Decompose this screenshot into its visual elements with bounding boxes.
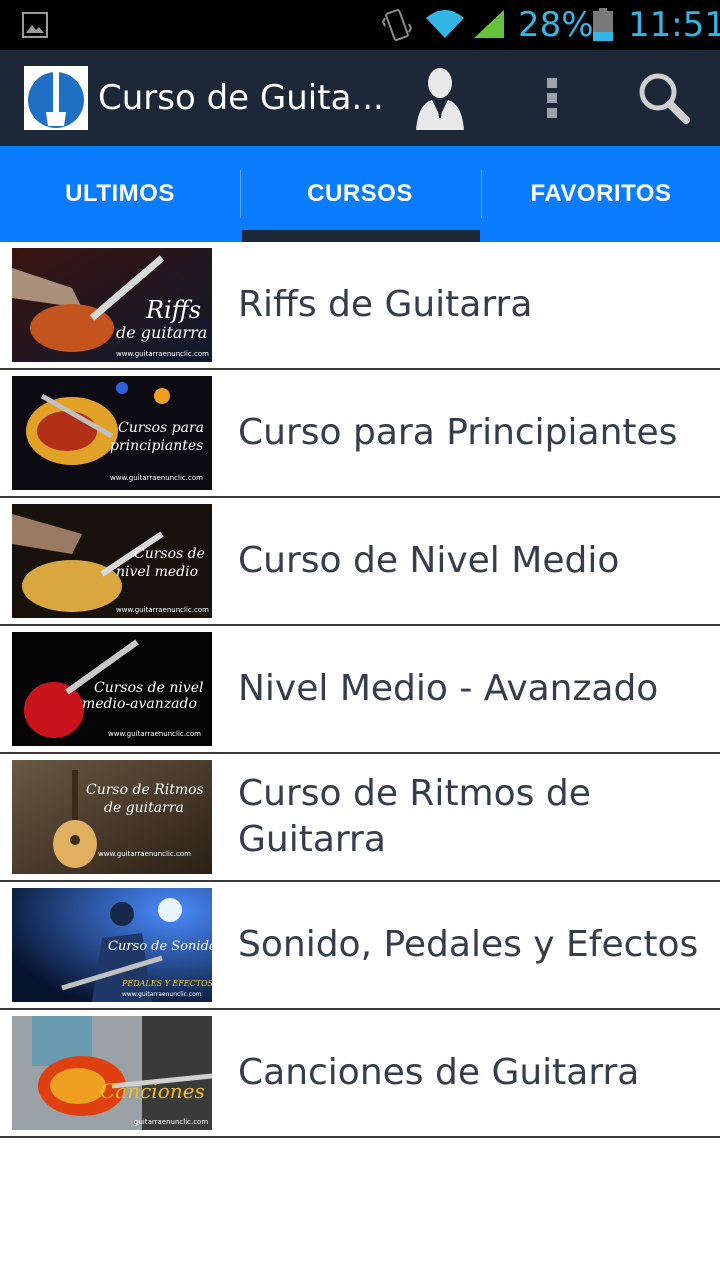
course-thumbnail: Cursos de nivel medio-avanzado www.guita… xyxy=(12,632,212,746)
course-thumbnail: Riffs de guitarra www.guitarraenunclic.c… xyxy=(12,248,212,362)
course-thumbnail: Canciones guitarraenunclic.com xyxy=(12,1016,212,1130)
list-item[interactable]: Curso de Sonido PEDALES Y EFECTOS www.gu… xyxy=(0,882,720,1010)
list-item[interactable]: Riffs de guitarra www.guitarraenunclic.c… xyxy=(0,242,720,370)
account-button[interactable] xyxy=(400,50,480,146)
svg-text:www.guitarraenunclic.com: www.guitarraenunclic.com xyxy=(116,606,209,614)
svg-text:Riffs: Riffs xyxy=(145,296,201,324)
app-logo-icon[interactable] xyxy=(24,66,88,130)
gallery-icon xyxy=(22,12,48,38)
svg-text:PEDALES Y EFECTOS: PEDALES Y EFECTOS xyxy=(121,979,212,988)
action-bar: Curso de Guita... xyxy=(0,50,720,146)
svg-text:www.guitarraenunclic.com: www.guitarraenunclic.com xyxy=(122,991,202,998)
course-thumbnail: Curso de Sonido PEDALES Y EFECTOS www.gu… xyxy=(12,888,212,1002)
list-item[interactable]: Curso de Ritmos de guitarra www.guitarra… xyxy=(0,754,720,882)
svg-text:www.guitarraenunclic.com: www.guitarraenunclic.com xyxy=(98,850,191,858)
course-title: Curso de Nivel Medio xyxy=(238,540,620,581)
course-title: Curso de Ritmos de Guitarra xyxy=(238,773,591,860)
wifi-icon xyxy=(426,10,464,38)
course-title: Riffs de Guitarra xyxy=(238,284,533,325)
svg-text:Canciones: Canciones xyxy=(100,1079,205,1103)
svg-text:www.guitarraenunclic.com: www.guitarraenunclic.com xyxy=(116,350,209,358)
course-thumbnail: Cursos para principiantes www.guitarraen… xyxy=(12,376,212,490)
list-item[interactable]: Cursos de nivel medio-avanzado www.guita… xyxy=(0,626,720,754)
list-item[interactable]: Cursos de nivel medio www.guitarraenuncl… xyxy=(0,498,720,626)
svg-text:de guitarra: de guitarra xyxy=(116,323,207,342)
signal-icon xyxy=(474,10,504,38)
svg-text:www.guitarraenunclic.com: www.guitarraenunclic.com xyxy=(110,474,203,482)
course-thumbnail: Cursos de nivel medio www.guitarraenuncl… xyxy=(12,504,212,618)
tab-bar: ULTIMOS CURSOS FAVORITOS xyxy=(0,146,720,242)
app-title: Curso de Guita... xyxy=(98,78,384,118)
svg-text:www.guitarraenunclic.com: www.guitarraenunclic.com xyxy=(108,730,201,738)
tab-favoritos[interactable]: FAVORITOS xyxy=(481,146,720,242)
overflow-menu-button[interactable] xyxy=(520,50,584,146)
list-item[interactable]: Canciones guitarraenunclic.com Canciones… xyxy=(0,1010,720,1138)
svg-text:Curso de Ritmos: Curso de Ritmos xyxy=(86,782,204,798)
svg-text:de guitarra: de guitarra xyxy=(104,800,184,816)
course-title: Canciones de Guitarra xyxy=(238,1052,640,1093)
svg-text:guitarraenunclic.com: guitarraenunclic.com xyxy=(134,1118,208,1126)
svg-text:Cursos para: Cursos para xyxy=(118,420,204,436)
svg-text:medio-avanzado: medio-avanzado xyxy=(82,696,197,712)
svg-text:Curso de Sonido: Curso de Sonido xyxy=(108,939,212,954)
svg-text:principiantes: principiantes xyxy=(110,438,203,454)
course-title: Nivel Medio - Avanzado xyxy=(238,668,659,709)
svg-text:Cursos de: Cursos de xyxy=(134,546,205,562)
course-thumbnail: Curso de Ritmos de guitarra www.guitarra… xyxy=(12,760,212,874)
vibrate-icon xyxy=(382,9,412,41)
course-title: Curso para Principiantes xyxy=(238,412,678,453)
search-button[interactable] xyxy=(620,50,708,146)
course-list: Riffs de guitarra www.guitarraenunclic.c… xyxy=(0,242,720,1138)
course-title: Sonido, Pedales y Efectos xyxy=(238,924,699,965)
account-icon xyxy=(416,68,464,130)
tab-ultimos[interactable]: ULTIMOS xyxy=(0,146,240,242)
list-item[interactable]: Cursos para principiantes www.guitarraen… xyxy=(0,370,720,498)
clock: 11:51 xyxy=(628,5,720,45)
battery-percent: 28% xyxy=(518,5,594,45)
svg-text:Cursos de nivel: Cursos de nivel xyxy=(94,680,204,696)
tab-cursos[interactable]: CURSOS xyxy=(240,146,480,242)
svg-text:nivel medio: nivel medio xyxy=(116,564,198,580)
overflow-menu-icon xyxy=(547,78,557,118)
status-bar: 28% 11:51 xyxy=(0,0,720,50)
selected-tab-indicator xyxy=(242,230,480,242)
search-icon xyxy=(639,73,690,124)
battery-icon xyxy=(593,8,613,41)
